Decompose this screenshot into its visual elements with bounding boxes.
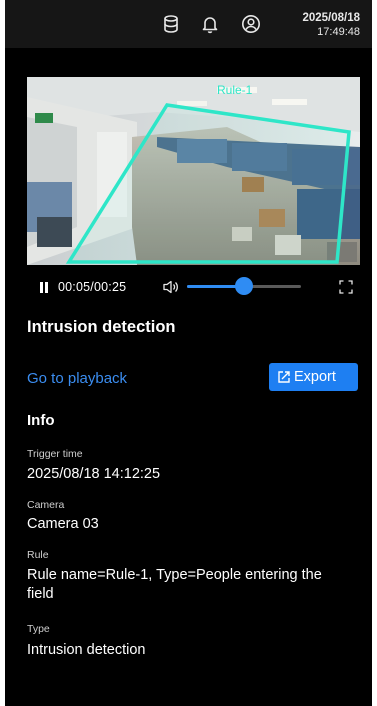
trigger-time-label: Trigger time — [27, 448, 83, 460]
time-readout: 00:05/00:25 — [58, 280, 126, 294]
info-heading: Info — [27, 412, 55, 429]
export-icon — [278, 371, 290, 383]
clock-date: 2025/08/18 — [302, 12, 360, 24]
playback-controls: 00:05/00:25 — [27, 273, 360, 301]
fullscreen-icon[interactable] — [339, 280, 353, 294]
clock-time: 17:49:48 — [317, 26, 360, 38]
rule-value: Rule name=Rule-1, Type=People entering t… — [27, 567, 322, 602]
go-to-playback-link[interactable]: Go to playback — [27, 370, 127, 387]
pause-icon[interactable] — [39, 282, 49, 293]
trigger-time-value: 2025/08/18 14:12:25 — [27, 466, 161, 482]
camera-value: Camera 03 — [27, 516, 99, 532]
camera-label: Camera — [27, 499, 65, 511]
top-bar: 2025/08/18 17:49:48 — [5, 0, 372, 48]
type-value: Intrusion detection — [27, 642, 146, 658]
clock: 2025/08/18 17:49:48 — [302, 11, 360, 39]
export-button-label: Export — [294, 369, 336, 385]
event-title: Intrusion detection — [27, 318, 176, 336]
rule-label: Rule — [27, 549, 49, 561]
video-player[interactable]: Rule-1 — [27, 77, 360, 265]
mobile-screen: 2025/08/18 17:49:48 Rule-1 00:05/00:25 I… — [5, 0, 372, 706]
zone-label: Rule-1 — [217, 83, 253, 97]
volume-knob[interactable] — [235, 277, 253, 295]
current-time: 00:05 — [58, 280, 91, 294]
user-icon[interactable] — [241, 14, 261, 34]
export-button[interactable]: Export — [269, 363, 358, 391]
database-icon[interactable] — [161, 14, 181, 34]
type-label: Type — [27, 623, 50, 635]
duration: 00:25 — [93, 280, 127, 294]
volume-icon[interactable] — [162, 279, 180, 295]
camera-frame: Rule-1 — [27, 77, 360, 265]
bell-icon[interactable] — [200, 14, 220, 34]
